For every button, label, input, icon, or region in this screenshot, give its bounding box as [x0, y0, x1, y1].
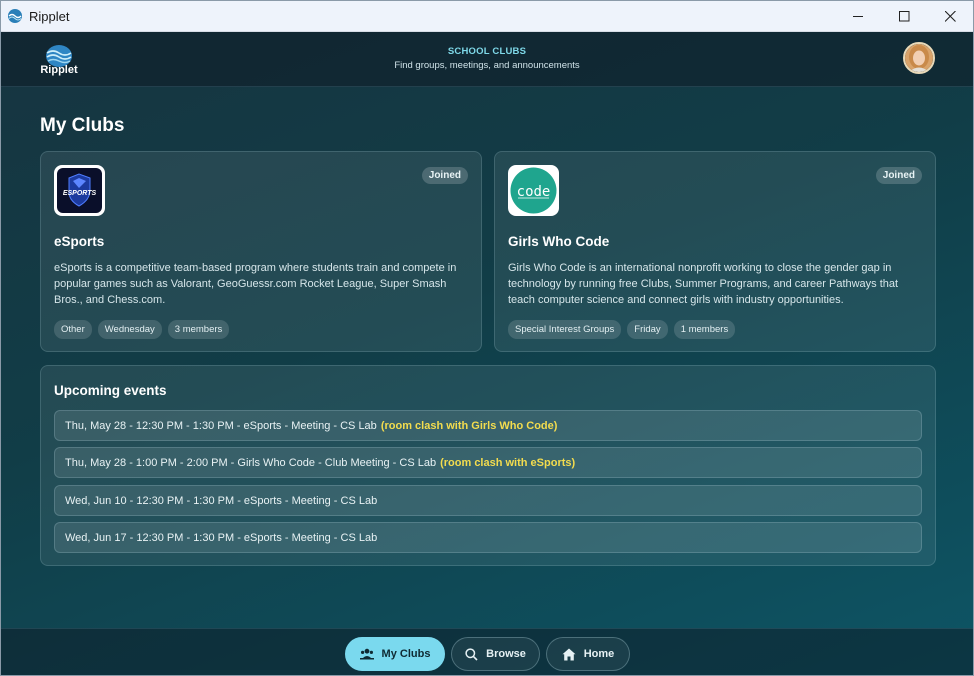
club-card-esports[interactable]: ESPORTS Joined eSports eSports is a comp… [40, 151, 482, 352]
app-header: Ripplet SCHOOL CLUBS Find groups, meetin… [1, 32, 973, 87]
group-icon [359, 648, 374, 660]
esports-logo: ESPORTS [54, 165, 105, 216]
esports-logo-icon: ESPORTS [57, 168, 102, 213]
events-heading: Upcoming events [54, 383, 167, 398]
girls-who-code-logo-icon: code [510, 167, 557, 214]
club-card-girls-who-code[interactable]: code Joined Girls Who Code Girls Who Cod… [494, 151, 936, 352]
tag-category: Special Interest Groups [508, 320, 622, 339]
club-name: eSports [54, 234, 105, 249]
nav-label: Home [583, 648, 615, 660]
svg-text:ESPORTS: ESPORTS [63, 190, 97, 197]
event-text: Thu, May 28 - 12:30 PM - 1:30 PM - eSpor… [65, 419, 377, 432]
tag-category: Other [54, 320, 92, 339]
bottom-nav: My Clubs Browse Home [1, 628, 973, 675]
event-row[interactable]: Wed, Jun 10 - 12:30 PM - 1:30 PM - eSpor… [54, 485, 922, 516]
joined-badge: Joined [421, 167, 468, 184]
club-description: Girls Who Code is an international nonpr… [508, 262, 899, 306]
event-text: Wed, Jun 17 - 12:30 PM - 1:30 PM - eSpor… [65, 531, 378, 544]
event-text: Wed, Jun 10 - 12:30 PM - 1:30 PM - eSpor… [65, 494, 378, 507]
avatar-image [905, 44, 933, 72]
header-subtitle: Find groups, meetings, and announcements [394, 60, 580, 71]
maximize-icon [898, 11, 909, 22]
girls-who-code-logo: code [508, 165, 559, 216]
club-name: Girls Who Code [508, 234, 610, 249]
upcoming-events-panel: Upcoming events Thu, May 28 - 12:30 PM -… [40, 365, 936, 566]
page-title: My Clubs [40, 115, 125, 136]
header-kicker: SCHOOL CLUBS [447, 46, 527, 57]
home-icon [562, 648, 576, 660]
tag-members: 1 members [673, 320, 736, 339]
nav-label: Browse [486, 648, 526, 660]
nav-browse-button[interactable]: Browse [451, 637, 540, 671]
nav-label: My Clubs [381, 648, 431, 660]
app-logo-icon [8, 9, 22, 23]
event-clash-warning: (room clash with eSports) [440, 456, 576, 469]
minimize-icon [852, 16, 863, 17]
app-window: Ripplet Ripplet SCHOOL CLUBS Find groups… [0, 0, 974, 676]
event-row[interactable]: Thu, May 28 - 1:00 PM - 2:00 PM - Girls … [54, 447, 922, 478]
club-tags: Special Interest Groups Friday 1 members [508, 320, 736, 339]
window-title: Ripplet [29, 8, 70, 24]
tag-day: Wednesday [97, 320, 162, 339]
event-clash-warning: (room clash with Girls Who Code) [380, 419, 558, 432]
user-avatar[interactable] [903, 42, 935, 74]
nav-my-clubs-button[interactable]: My Clubs [345, 637, 445, 671]
minimize-button[interactable] [835, 1, 881, 32]
club-description: eSports is a competitive team-based prog… [54, 262, 457, 306]
club-tags: Other Wednesday 3 members [54, 320, 230, 339]
title-bar: Ripplet [1, 1, 973, 32]
joined-badge: Joined [875, 167, 922, 184]
nav-home-button[interactable]: Home [546, 637, 630, 671]
close-icon [944, 11, 956, 22]
event-text: Thu, May 28 - 1:00 PM - 2:00 PM - Girls … [65, 456, 437, 469]
event-row[interactable]: Wed, Jun 17 - 12:30 PM - 1:30 PM - eSpor… [54, 522, 922, 553]
close-button[interactable] [927, 1, 973, 32]
search-icon [465, 647, 478, 661]
tag-day: Friday [627, 320, 668, 339]
tag-members: 3 members [167, 320, 230, 339]
event-row[interactable]: Thu, May 28 - 12:30 PM - 1:30 PM - eSpor… [54, 410, 922, 441]
maximize-button[interactable] [881, 1, 927, 32]
